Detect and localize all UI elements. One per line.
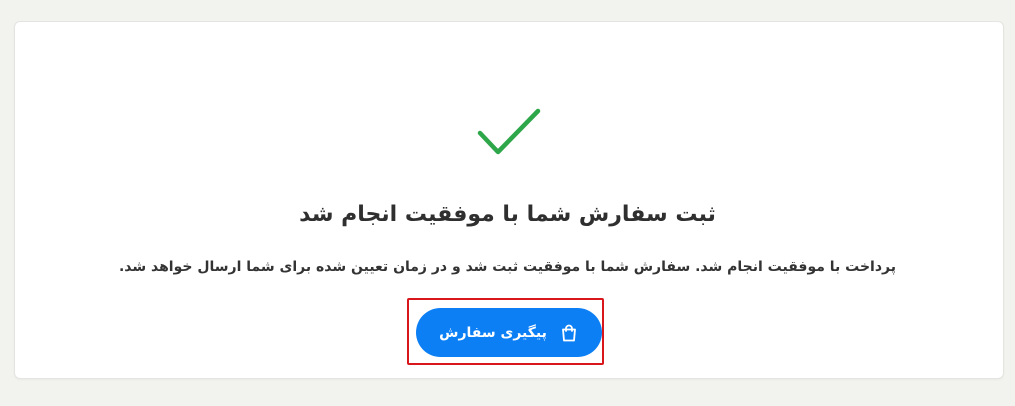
check-icon — [477, 108, 541, 155]
track-order-button[interactable]: پیگیری سفارش — [416, 308, 602, 357]
shopping-bag-icon — [559, 323, 579, 343]
success-message: پرداخت با موفقیت انجام شد. سفارش شما با … — [118, 259, 897, 275]
success-title: ثبت سفارش شما با موفقیت انجام شد — [299, 202, 716, 227]
track-order-label: پیگیری سفارش — [439, 324, 547, 341]
